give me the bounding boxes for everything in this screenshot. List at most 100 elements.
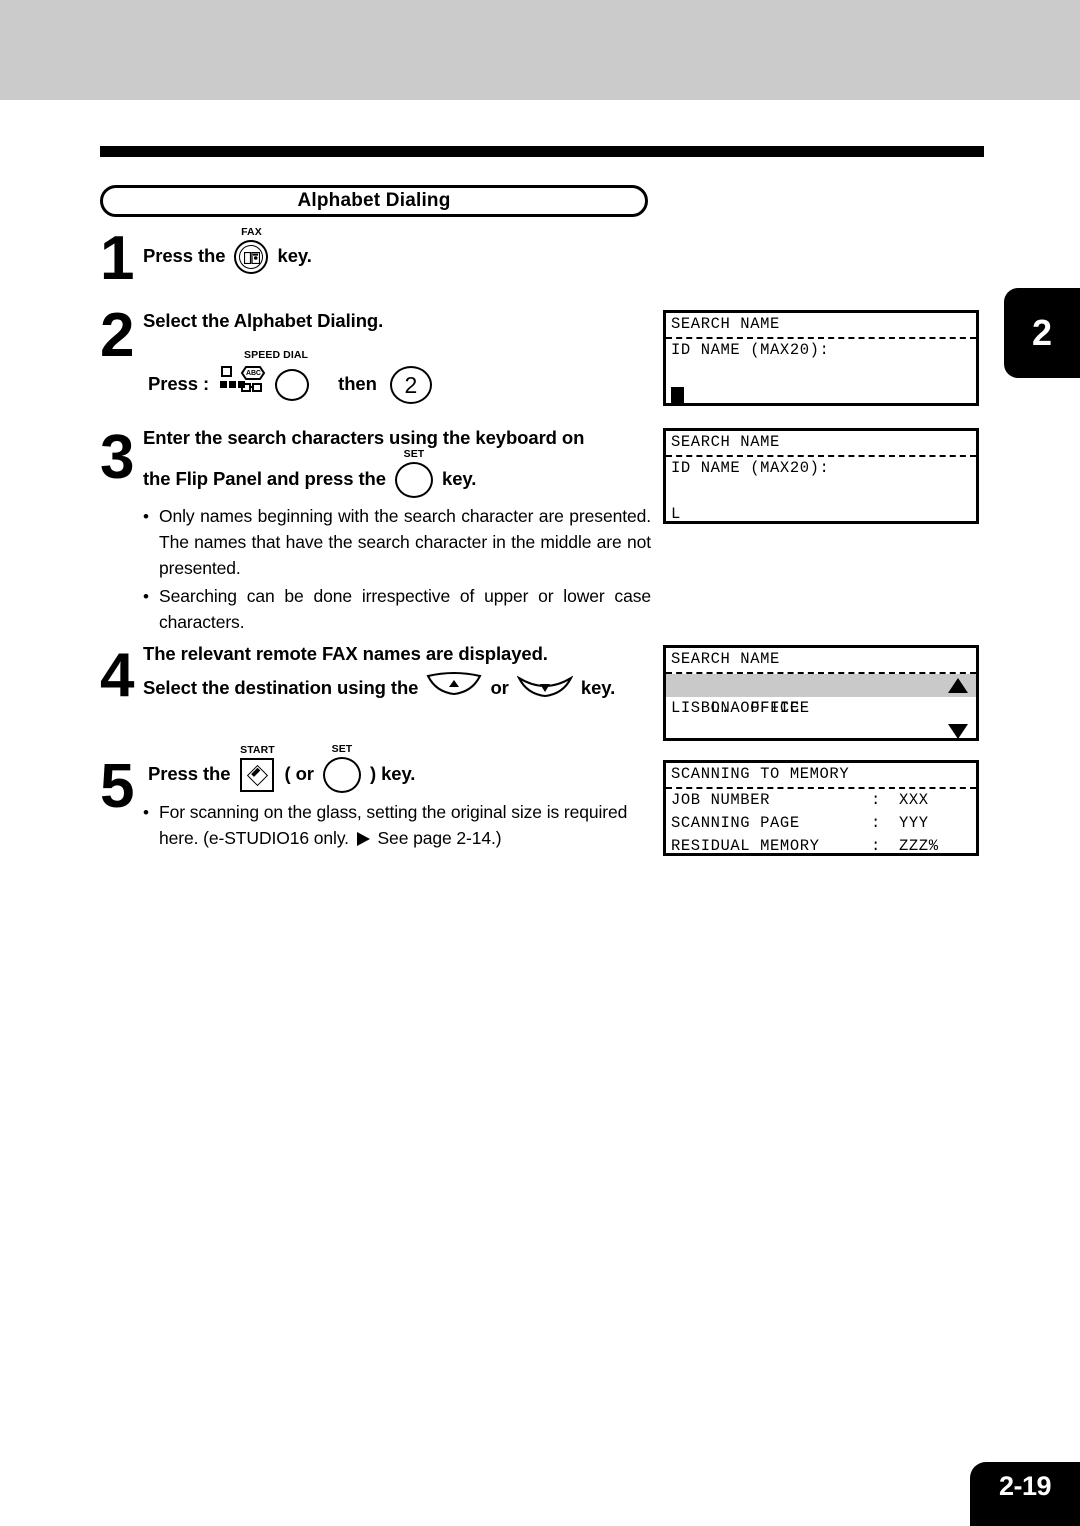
step-1-text: Press the FAX key. [143, 226, 312, 274]
lcd-header: SEARCH NAME [666, 313, 976, 339]
lcd-field-colon: : [871, 814, 881, 832]
step-5-or-open: ( or [284, 762, 315, 784]
step-2-line1: Select the Alphabet Dialing. [143, 310, 384, 331]
step-1-text-after: key. [277, 244, 312, 266]
step-5-bullets: • For scanning on the glass, setting the… [143, 800, 651, 854]
scroll-down-indicator-icon [948, 724, 968, 738]
step-1-text-before: Press the [143, 244, 226, 266]
fax-key-wrap: FAX [234, 226, 269, 274]
set-key-icon-step3[interactable] [394, 462, 433, 498]
step-5-line1: Press the START ( or SET ) key. [148, 743, 416, 793]
start-key-wrap: START [240, 744, 275, 792]
step-2-line2: Press : SPEED DIAL ABC then 2 [148, 349, 432, 405]
start-diamond-glyph [247, 764, 269, 787]
step-3-line2: the Flip Panel and press the SET key. [143, 448, 477, 498]
scroll-up-key-icon[interactable] [426, 672, 482, 706]
bullet-dot-icon: • [143, 586, 149, 606]
see-page-arrow-icon [356, 832, 370, 847]
lcd-row: ID NAME (MAX20): [671, 459, 830, 477]
scroll-up-indicator-icon [948, 678, 968, 693]
start-key-icon[interactable] [240, 758, 275, 792]
scroll-down-key-icon[interactable] [516, 672, 574, 706]
step-5-bullet-b: See page 2-14.) [377, 827, 502, 848]
set-key-wrap-step3: SET [394, 448, 433, 498]
lcd-field-value: XXX [899, 791, 929, 809]
step-2-then-label: then [338, 372, 377, 394]
fax-key-label: FAX [241, 226, 262, 238]
lcd-header: SEARCH NAME [666, 431, 976, 457]
chapter-tab-number: 2 [1031, 312, 1053, 353]
fax-key-icon[interactable] [234, 240, 269, 274]
footer-page-number-text: 2-19 [998, 1471, 1052, 1501]
lcd-row[interactable]: LONDON OFFICE [666, 720, 976, 738]
lcd-panel-search-name-empty: SEARCH NAME ID NAME (MAX20): [663, 310, 979, 406]
lcd-panel-search-results: SEARCH NAME L.A OFFICE LISBON OFFICE LON… [663, 645, 979, 741]
section-title: Alphabet Dialing [100, 185, 648, 217]
step-3-line1: Enter the search characters using the ke… [143, 427, 585, 448]
step-2-press-label: Press : [148, 372, 210, 394]
lcd-panel-search-name-typed: SEARCH NAME ID NAME (MAX20): L [663, 428, 979, 524]
speed-dial-key-wrap: SPEED DIAL ABC [220, 349, 310, 405]
lcd-field-key: JOB NUMBER [671, 791, 771, 809]
text-cursor-block [671, 387, 684, 403]
step-3-bullets: • Only names beginning with the search c… [143, 504, 651, 637]
step-4-number: 4 [100, 641, 135, 710]
keypad-2-key[interactable]: 2 [389, 365, 432, 404]
step-5-text-before: Press the [148, 762, 231, 784]
speed-dial-circle-key[interactable] [275, 368, 310, 401]
lcd-field-key: RESIDUAL MEMORY [671, 837, 820, 855]
step-3-bullet-1: Only names beginning with the search cha… [159, 506, 651, 578]
step-5-or-close: ) key. [370, 762, 416, 784]
start-key-label: START [240, 744, 275, 756]
lcd-row-cursor [666, 385, 976, 403]
bullet-dot-icon: • [143, 507, 149, 526]
lcd-row: RESIDUAL MEMORY : ZZZ% [666, 835, 976, 855]
step-1-number: 1 [100, 224, 135, 293]
step-4-line2-b: key. [580, 676, 616, 698]
list-item: • Only names beginning with the search c… [143, 504, 651, 582]
step-3-line2-a: the Flip Panel and press the [143, 467, 386, 489]
lcd-field-key: SCANNING PAGE [671, 814, 800, 832]
list-item: • For scanning on the glass, setting the… [143, 800, 651, 852]
speed-dial-glyph: ABC [220, 365, 266, 405]
lcd-row: JOB NUMBER : XXX [666, 789, 976, 812]
set-key-label-step5: SET [331, 743, 353, 755]
lcd-row [666, 480, 976, 503]
typed-character: L [671, 505, 681, 523]
lcd-field-colon: : [871, 837, 881, 855]
lcd-row[interactable]: LISBON OFFICE [666, 697, 976, 720]
lcd-row [666, 362, 976, 385]
set-key-label-step3: SET [403, 448, 425, 460]
speed-dial-key-label: SPEED DIAL [244, 349, 309, 361]
step-3-number: 3 [100, 423, 135, 492]
footer-page-number: 2-19 [970, 1462, 1080, 1526]
step-4-line2: Select the destination using the or key. [143, 672, 615, 706]
lcd-row-selected[interactable]: L.A OFFICE [666, 674, 976, 717]
step-4-line2-a: Select the destination using the [143, 676, 419, 698]
lcd-header: SCANNING TO MEMORY [666, 763, 976, 789]
step-3-line2-b: key. [442, 467, 477, 489]
lcd-header: SEARCH NAME [666, 648, 976, 674]
step-2-number: 2 [100, 301, 135, 370]
set-key-wrap-step5: SET [322, 743, 361, 793]
step-4-or-label: or [490, 676, 509, 698]
page-top-band [0, 0, 1080, 100]
lcd-row: SCANNING PAGE : YYY [666, 812, 976, 835]
step-4-line1: The relevant remote FAX names are displa… [143, 643, 548, 664]
step-5-bullet: For scanning on the glass, setting the o… [159, 800, 651, 852]
section-title-text: Alphabet Dialing [297, 190, 451, 211]
set-key-icon-step5[interactable] [322, 757, 361, 793]
bullet-dot-icon: • [143, 803, 149, 822]
lcd-field-value: YYY [899, 814, 929, 832]
step-5-number: 5 [100, 752, 135, 821]
lcd-field-colon: : [871, 791, 881, 809]
fax-machine-glyph [244, 252, 261, 264]
chapter-tab: 2 [1004, 288, 1080, 378]
lcd-row-typed: L [666, 503, 976, 523]
lcd-row: ID NAME (MAX20): [671, 341, 830, 359]
svg-text:ABC: ABC [246, 370, 261, 377]
step-3-bullet-2: Searching can be done irrespective of up… [159, 585, 651, 632]
list-item: • Searching can be done irrespective of … [143, 584, 651, 636]
lcd-field-value: ZZZ% [899, 837, 939, 855]
lcd-panel-scanning-to-memory: SCANNING TO MEMORY JOB NUMBER : XXX SCAN… [663, 760, 979, 856]
